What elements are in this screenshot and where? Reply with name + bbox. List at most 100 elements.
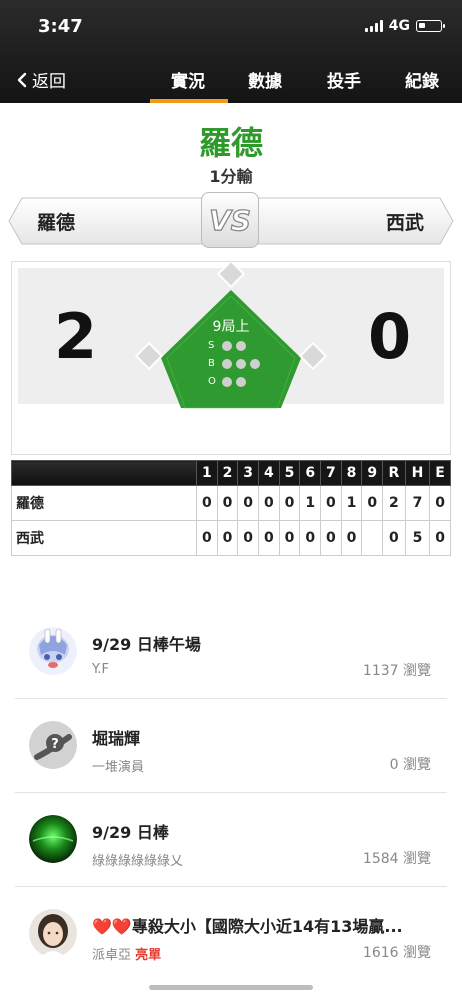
header-cell: 2 (216, 460, 239, 486)
battery-icon (416, 20, 445, 32)
header-cell: 1 (196, 460, 218, 486)
score-cell (361, 520, 384, 556)
post-author: Y.F (92, 662, 109, 677)
score-cell: 5 (404, 520, 431, 556)
tab-records[interactable]: 紀錄 (405, 67, 439, 92)
post-flag: 亮單 (135, 948, 162, 963)
strike-dot (222, 340, 232, 351)
vs-badge: VS (201, 192, 259, 248)
ball-dot (236, 358, 246, 369)
header-cell: 3 (237, 460, 260, 486)
strike-label: S (208, 340, 215, 351)
tab-live[interactable]: 實況 (171, 67, 205, 92)
header-team-cell (11, 460, 197, 486)
score-cell: 0 (216, 520, 239, 556)
header-cell: 6 (299, 460, 322, 486)
post-title: 9/29 日棒午場 (92, 635, 201, 654)
header-cell: 8 (340, 460, 363, 486)
post-author: 綠綠綠綠綠綠乂 (92, 854, 184, 869)
post-views: 1137 瀏覽 (362, 663, 431, 679)
line-score-table: 1 2 3 4 5 6 7 8 9 R H E 羅德 0 0 0 0 0 1 0… (11, 460, 451, 556)
post-list: 9/29 日棒午場 Y.F 1137 瀏覽 ? 堀瑞輝 一堆演員 0 瀏覽 9/… (15, 605, 447, 980)
post-views: 1584 瀏覽 (362, 851, 431, 867)
score-cell: 0 (382, 520, 406, 556)
score-cell: 0 (237, 485, 260, 521)
active-tab-indicator (150, 99, 228, 103)
table-row: 羅德 0 0 0 0 0 1 0 1 0 2 7 0 (11, 485, 451, 521)
score-cell: 0 (196, 485, 218, 521)
default-avatar-icon: ? (29, 721, 77, 769)
anime-avatar-icon (29, 627, 77, 675)
result-text: 1分輸 (209, 167, 253, 186)
score-cell: 0 (278, 520, 301, 556)
header-cell: 5 (278, 460, 301, 486)
post-author-name: 派卓亞 (92, 948, 132, 963)
back-label: 返回 (32, 72, 66, 92)
line-score-header: 1 2 3 4 5 6 7 8 9 R H E (11, 460, 451, 486)
post-views: 1616 瀏覽 (362, 945, 431, 961)
table-row: 西武 0 0 0 0 0 0 0 0 0 5 0 (11, 520, 451, 556)
post-title: ❤️❤️專殺大小【國際大小近14有13場贏... (92, 913, 437, 937)
list-item[interactable]: ? 堀瑞輝 一堆演員 0 瀏覽 (15, 699, 447, 793)
strike-count: S (208, 340, 246, 351)
status-icons: 4G (364, 18, 445, 34)
list-item[interactable]: 9/29 日棒 綠綠綠綠綠綠乂 1584 瀏覽 (15, 793, 447, 887)
header-cell: 7 (320, 460, 342, 486)
score-cell: 0 (216, 485, 239, 521)
tab-pitchers[interactable]: 投手 (327, 67, 361, 92)
second-base (216, 262, 246, 289)
score-cell: 2 (382, 485, 406, 521)
back-button[interactable]: 返回 (16, 67, 66, 92)
svg-text:?: ? (51, 737, 59, 752)
away-team-name: 羅德 (37, 212, 76, 234)
post-author: 一堆演員 (92, 760, 145, 775)
score-cell: 0 (320, 485, 342, 521)
network-label: 4G (388, 18, 410, 34)
post-author: 派卓亞 亮單 (92, 944, 161, 963)
score-cell: 0 (320, 520, 342, 556)
score-cell: 0 (429, 485, 451, 521)
header-cell: 4 (258, 460, 280, 486)
inning-label: 9局上 (212, 319, 250, 335)
strike-dot (236, 340, 246, 351)
third-base (134, 341, 164, 371)
home-team-name: 西武 (385, 212, 424, 234)
score-cell: 7 (404, 485, 431, 521)
score-cell: 0 (258, 520, 280, 556)
header-cell: R (382, 460, 406, 486)
signal-icon (364, 20, 383, 32)
team-cell: 西武 (11, 520, 197, 556)
home-indicator[interactable] (149, 985, 313, 990)
out-dot (222, 376, 232, 387)
list-item[interactable]: ❤️❤️專殺大小【國際大小近14有13場贏... 派卓亞 亮單 1616 瀏覽 (15, 887, 447, 980)
team-cell: 羅德 (11, 485, 197, 521)
score-cell: 0 (299, 520, 322, 556)
ball-count: B (208, 358, 260, 369)
header-cell: E (429, 460, 451, 486)
away-score: 2 (54, 300, 98, 373)
post-title-text: 專殺大小【國際大小近14有13場贏... (131, 917, 403, 936)
score-cell: 0 (278, 485, 301, 521)
first-base (298, 341, 328, 371)
ball-label: B (208, 358, 215, 369)
green-light-avatar-icon (29, 815, 77, 863)
tab-stats[interactable]: 數據 (248, 67, 282, 92)
post-title: 堀瑞輝 (92, 729, 141, 748)
top-bar: 3:47 4G 返回 實況 數據 投手 紀錄 (0, 0, 462, 103)
score-cell: 0 (361, 485, 384, 521)
header-cell: 9 (361, 460, 384, 486)
post-views: 0 瀏覽 (389, 757, 431, 773)
home-score: 0 (368, 300, 412, 373)
ball-dot (222, 358, 232, 369)
heart-icon: ❤️❤️ (92, 917, 132, 936)
score-cell: 0 (429, 520, 451, 556)
out-label: O (208, 376, 216, 387)
ball-dot (250, 358, 260, 369)
out-dot (236, 376, 246, 387)
chevron-left-icon (17, 72, 27, 87)
status-time: 3:47 (38, 16, 83, 37)
score-cell: 1 (340, 485, 363, 521)
score-cell: 0 (237, 520, 260, 556)
list-item[interactable]: 9/29 日棒午場 Y.F 1137 瀏覽 (15, 605, 447, 699)
score-cell: 0 (258, 485, 280, 521)
